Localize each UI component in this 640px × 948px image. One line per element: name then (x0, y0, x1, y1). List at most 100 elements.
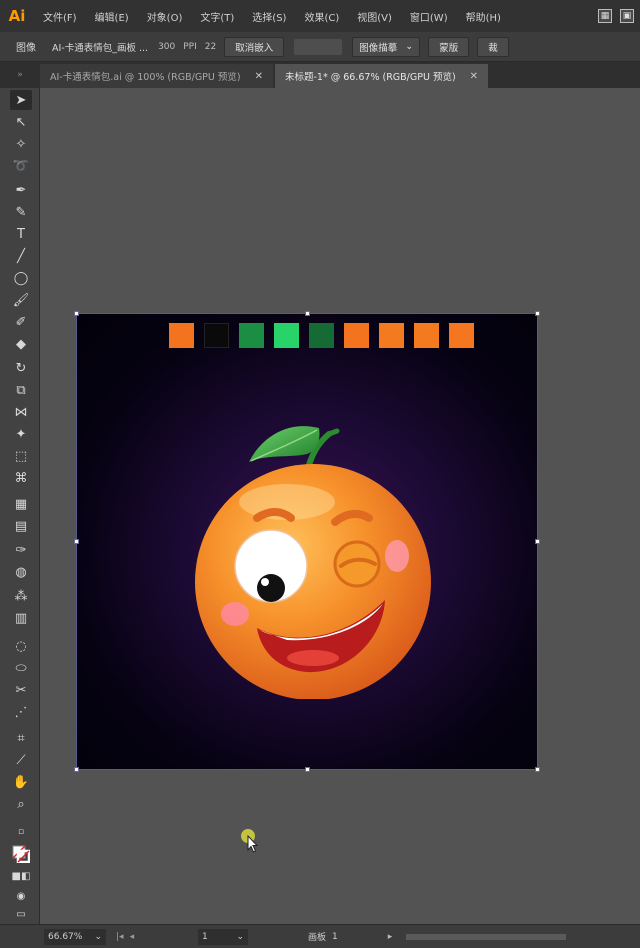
magic-wand-tool-icon[interactable]: ✧ (10, 134, 32, 154)
zoom-tool-icon[interactable]: ⌕ (10, 794, 32, 814)
resize-handle[interactable] (305, 767, 310, 772)
tab-label: AI-卡通表情包.ai @ 100% (RGB/GPU 预览) (50, 72, 241, 83)
control-bar: 图像 AI-卡通表情包_画板 ... 300 PPI 22 取消嵌入 图像描摹 … (0, 32, 640, 62)
eraser-tool-icon[interactable]: ◆ (10, 334, 32, 354)
hand-tool-icon[interactable]: ✋ (10, 772, 32, 792)
color-swatch[interactable] (449, 323, 474, 348)
artboard-number-field[interactable]: 1 ⌄ (198, 928, 248, 945)
menu-effect[interactable]: 效果(C) (295, 9, 348, 24)
status-info-label: 画板 (308, 933, 327, 943)
knife-tool-icon[interactable]: ⋰ (10, 702, 32, 722)
mesh-tool-icon[interactable]: ▤ (10, 516, 32, 536)
menu-type[interactable]: 文字(T) (191, 9, 243, 24)
crop-tool-icon[interactable]: ⌗ (10, 728, 32, 748)
drawing-mode-icon[interactable]: ◉ (10, 886, 32, 906)
pen-tool-icon[interactable]: ✒ (10, 180, 32, 200)
color-mode-icon[interactable]: ■◧ (10, 866, 32, 886)
tab-document-1[interactable]: AI-卡通表情包.ai @ 100% (RGB/GPU 预览) ✕ (40, 64, 273, 88)
default-colors-icon[interactable]: ▫ (10, 822, 32, 842)
eyedropper-tool-icon[interactable]: ✑ (10, 540, 32, 560)
mouse-cursor-icon (241, 829, 259, 853)
color-swatch[interactable] (309, 323, 334, 348)
status-bar: 66.67% ⌄ |◂ ◂ 1 ⌄ 画板 1 ▸ (0, 924, 640, 948)
close-icon[interactable]: ✕ (470, 71, 478, 82)
play-icon[interactable]: ▸ (388, 932, 393, 942)
chevron-down-icon: ⌄ (236, 931, 244, 942)
direct-selection-tool-icon[interactable]: ↖ (10, 112, 32, 132)
image-trace-dropdown[interactable]: 图像描摹 ⌄ (352, 36, 421, 57)
status-progress-bar (406, 933, 567, 940)
unembed-button[interactable]: 取消嵌入 (224, 36, 285, 57)
resize-handle[interactable] (74, 539, 79, 544)
resize-handle[interactable] (305, 311, 310, 316)
linked-file-name[interactable]: AI-卡通表情包_画板 ... (46, 40, 154, 54)
artboard-number: 1 (202, 931, 208, 942)
menu-help[interactable]: 帮助(H) (457, 9, 510, 24)
workspace-grid-icon[interactable]: ▦ (598, 9, 612, 23)
color-swatch[interactable] (414, 323, 439, 348)
column-graph-tool-icon[interactable]: ▥ (10, 608, 32, 628)
rotate-tool-icon[interactable]: ↻ (10, 358, 32, 378)
artboard[interactable] (74, 311, 540, 772)
zoom-field[interactable]: 66.67% ⌄ (44, 928, 106, 945)
puppet-warp-tool-icon[interactable]: ✦ (10, 424, 32, 444)
type-tool-icon[interactable]: T (10, 224, 32, 244)
resize-handle[interactable] (74, 311, 79, 316)
orange-character-illustration[interactable] (195, 414, 435, 699)
close-icon[interactable]: ✕ (255, 71, 263, 82)
artboard-navigation: |◂ ◂ (116, 929, 196, 945)
symbol-sprayer-tool-icon[interactable]: ⁂ (10, 586, 32, 606)
scale-tool-icon[interactable]: ⧉ (10, 380, 32, 400)
tab-document-2[interactable]: 未标题-1* @ 66.67% (RGB/GPU 预览) ✕ (274, 64, 489, 88)
artboard-tool-icon[interactable]: ◌ (10, 636, 32, 656)
screen-mode-icon[interactable]: ▭ (10, 904, 32, 924)
menu-view[interactable]: 视图(V) (348, 9, 401, 24)
eyedropper-alt-icon[interactable]: ⟋ (10, 750, 32, 770)
zoom-value: 66.67% (48, 931, 83, 942)
resize-handle[interactable] (535, 539, 540, 544)
color-swatch[interactable] (274, 323, 299, 348)
color-swatch[interactable] (169, 323, 194, 348)
menu-file[interactable]: 文件(F) (34, 9, 86, 24)
menu-right-controls: ▦ ▣ (598, 9, 640, 23)
status-info-value: 1 (332, 931, 338, 942)
slice-tool-icon[interactable]: ⬭ (10, 658, 32, 678)
free-transform-tool-icon[interactable]: ⬚ (10, 446, 32, 466)
width-tool-icon[interactable]: ⋈ (10, 402, 32, 422)
lasso-tool-icon[interactable]: ➰ (10, 156, 32, 176)
resize-handle[interactable] (74, 767, 79, 772)
document-tabs: » AI-卡通表情包.ai @ 100% (RGB/GPU 预览) ✕ 未标题-… (0, 62, 640, 88)
first-artboard-icon[interactable]: |◂ (116, 932, 124, 942)
paintbrush-tool-icon[interactable]: 🖌 (10, 290, 32, 310)
curvature-tool-icon[interactable]: ✎ (10, 202, 32, 222)
color-swatch[interactable] (204, 323, 229, 348)
panel-toggle-icon[interactable]: ▣ (620, 9, 634, 23)
color-swatch[interactable] (344, 323, 369, 348)
scissors-tool-icon[interactable]: ✂ (10, 680, 32, 700)
color-swatch[interactable] (379, 323, 404, 348)
blend-tool-icon[interactable]: ◍ (10, 562, 32, 582)
menu-bar: Ai 文件(F) 编辑(E) 对象(O) 文字(T) 选择(S) 效果(C) 视… (0, 0, 640, 32)
color-swatch-row (169, 323, 474, 348)
mask-button[interactable]: 蒙版 (428, 36, 470, 57)
crop-button[interactable]: 裁 (477, 36, 509, 57)
menu-object[interactable]: 对象(O) (138, 9, 192, 24)
perspective-grid-tool-icon[interactable]: ▦ (10, 494, 32, 514)
resize-handle[interactable] (535, 311, 540, 316)
ellipse-tool-icon[interactable]: ◯ (10, 268, 32, 288)
color-swatch[interactable] (239, 323, 264, 348)
resize-handle[interactable] (535, 767, 540, 772)
menu-select[interactable]: 选择(S) (243, 9, 295, 24)
chevron-down-icon: ⌄ (405, 41, 414, 52)
illustrator-window: Ai 文件(F) 编辑(E) 对象(O) 文字(T) 选择(S) 效果(C) 视… (0, 0, 640, 948)
previous-artboard-icon[interactable]: ◂ (130, 932, 135, 942)
fill-stroke-icon[interactable] (10, 844, 32, 864)
shape-builder-tool-icon[interactable]: ⌘ (10, 468, 32, 488)
line-tool-icon[interactable]: ╱ (10, 246, 32, 266)
panel-collapse-icon[interactable]: » (0, 62, 40, 88)
menu-edit[interactable]: 编辑(E) (86, 9, 138, 24)
status-info[interactable]: 画板 1 (308, 930, 338, 944)
shaper-tool-icon[interactable]: ✐ (10, 312, 32, 332)
selection-tool-icon[interactable]: ➤ (10, 90, 32, 110)
menu-window[interactable]: 窗口(W) (401, 9, 457, 24)
